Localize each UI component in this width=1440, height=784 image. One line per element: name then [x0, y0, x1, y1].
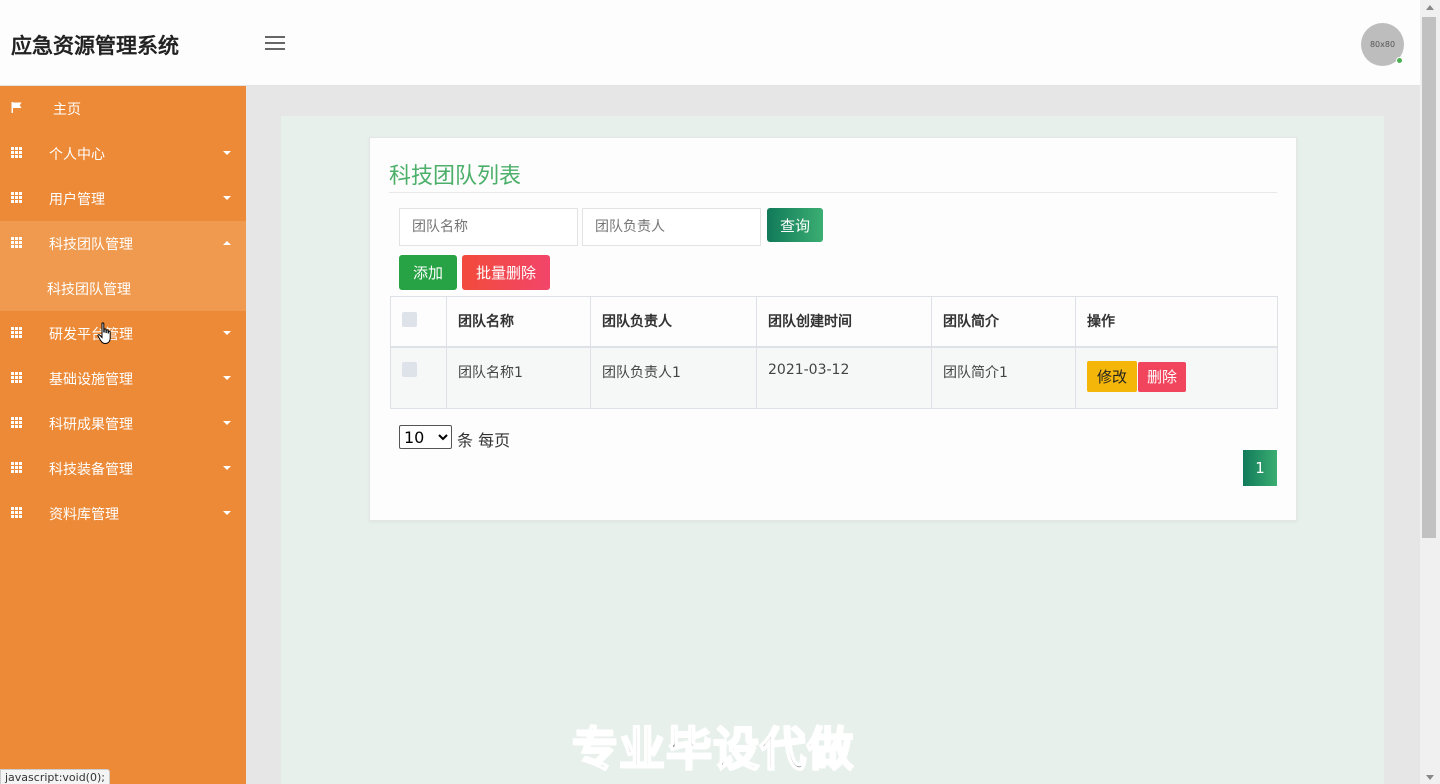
- team-table: 团队名称 团队负责人 团队创建时间 团队简介 操作 团队名称1 团队负责人1 2…: [390, 296, 1278, 409]
- chevron-down-icon: [223, 511, 231, 515]
- grid-icon: [11, 237, 23, 248]
- chevron-down-icon: [223, 466, 231, 470]
- grid-icon: [11, 417, 23, 428]
- scroll-down-arrow-icon[interactable]: [1426, 775, 1434, 780]
- sidebar-item-label: 研发平台管理: [49, 326, 133, 343]
- page-size-select[interactable]: 10: [399, 425, 452, 449]
- select-all-cell: [390, 296, 447, 348]
- grid-icon: [11, 192, 23, 203]
- status-bar-link-tip: javascript:void(0);: [0, 769, 110, 784]
- chevron-down-icon: [223, 151, 231, 155]
- leader-search-input[interactable]: [582, 208, 761, 246]
- column-header: 团队名称: [446, 296, 591, 348]
- sidebar-item-home[interactable]: 主页: [0, 86, 246, 131]
- actions-cell: 修改 删除: [1075, 346, 1278, 409]
- sidebar: 主页 个人中心 用户管理 科技团队管理 科技团队管理 研发平台管理 基础设施管理…: [0, 86, 246, 784]
- title-divider: [389, 192, 1277, 193]
- edit-button[interactable]: 修改: [1087, 361, 1137, 392]
- sidebar-item-label: 资料库管理: [49, 506, 119, 523]
- page-scrollbar[interactable]: [1420, 0, 1440, 784]
- delete-button[interactable]: 删除: [1138, 361, 1186, 392]
- grid-icon: [11, 372, 23, 383]
- chevron-down-icon: [223, 196, 231, 200]
- team-name-search-input[interactable]: [399, 208, 578, 246]
- flag-icon: [11, 102, 22, 113]
- sidebar-item-label: 个人中心: [49, 146, 105, 163]
- row-checkbox[interactable]: [402, 361, 417, 377]
- table-row: 团队名称1 团队负责人1 2021-03-12 团队简介1 修改 删除: [390, 346, 1278, 409]
- scroll-thumb[interactable]: [1422, 17, 1436, 538]
- select-all-checkbox[interactable]: [402, 311, 417, 327]
- sidebar-item-label: 科技团队管理: [49, 236, 133, 253]
- page-size-suffix: 条 每页: [457, 431, 511, 450]
- grid-icon: [11, 507, 23, 518]
- grid-icon: [11, 462, 23, 473]
- sidebar-item-personal-center[interactable]: 个人中心: [0, 131, 246, 176]
- sidebar-item-label: 主页: [53, 101, 81, 118]
- row-select-cell: [390, 346, 447, 409]
- grid-icon: [11, 327, 23, 338]
- intro-cell: 团队简介1: [931, 346, 1076, 409]
- leader-cell: 团队负责人1: [590, 346, 757, 409]
- table-header-row: 团队名称 团队负责人 团队创建时间 团队简介 操作: [390, 296, 1278, 348]
- hand-cursor-icon: [97, 322, 111, 345]
- online-status-dot: [1396, 57, 1403, 64]
- chevron-down-icon: [223, 376, 231, 380]
- avatar-placeholder-text: 80x80: [1369, 40, 1396, 49]
- sidebar-item-rd-platform[interactable]: 研发平台管理: [0, 311, 246, 356]
- column-header: 团队简介: [931, 296, 1076, 348]
- sidebar-item-label: 科研成果管理: [49, 416, 133, 433]
- column-header: 团队创建时间: [756, 296, 932, 348]
- add-button[interactable]: 添加: [399, 255, 457, 290]
- chevron-up-icon: [223, 241, 231, 245]
- avatar[interactable]: 80x80: [1361, 23, 1404, 66]
- sidebar-item-library[interactable]: 资料库管理: [0, 491, 246, 536]
- team-name-cell: 团队名称1: [446, 346, 591, 409]
- sidebar-item-user-management[interactable]: 用户管理: [0, 176, 246, 221]
- chevron-down-icon: [223, 331, 231, 335]
- sidebar-item-tech-equipment[interactable]: 科技装备管理: [0, 446, 246, 491]
- column-header: 操作: [1075, 296, 1278, 348]
- top-header: 应急资源管理系统 80x80: [0, 0, 1420, 86]
- page-title: 科技团队列表: [389, 164, 522, 189]
- batch-delete-button[interactable]: 批量删除: [462, 255, 550, 290]
- app-title: 应急资源管理系统: [11, 34, 179, 58]
- sidebar-item-infrastructure[interactable]: 基础设施管理: [0, 356, 246, 401]
- sidebar-item-label: 科技装备管理: [49, 461, 133, 478]
- sidebar-item-research-results[interactable]: 科研成果管理: [0, 401, 246, 446]
- column-header: 团队负责人: [590, 296, 757, 348]
- sidebar-item-label: 基础设施管理: [49, 371, 133, 388]
- scroll-up-arrow-icon[interactable]: [1426, 5, 1434, 10]
- watermark-text: 专业毕设代做: [571, 721, 854, 777]
- team-list-card: 科技团队列表 查询 添加 批量删除 团队名称 团队负责人 团队创建时间 团队简介…: [369, 137, 1297, 521]
- sidebar-subitem-tech-team[interactable]: 科技团队管理: [0, 266, 246, 311]
- created-date-cell: 2021-03-12: [756, 346, 932, 409]
- page-number-button[interactable]: 1: [1243, 450, 1277, 486]
- sidebar-item-label: 用户管理: [49, 191, 105, 208]
- sidebar-item-tech-team[interactable]: 科技团队管理: [0, 221, 246, 266]
- menu-toggle-icon[interactable]: [265, 36, 285, 52]
- chevron-down-icon: [223, 421, 231, 425]
- query-button[interactable]: 查询: [767, 208, 823, 242]
- grid-icon: [11, 147, 23, 158]
